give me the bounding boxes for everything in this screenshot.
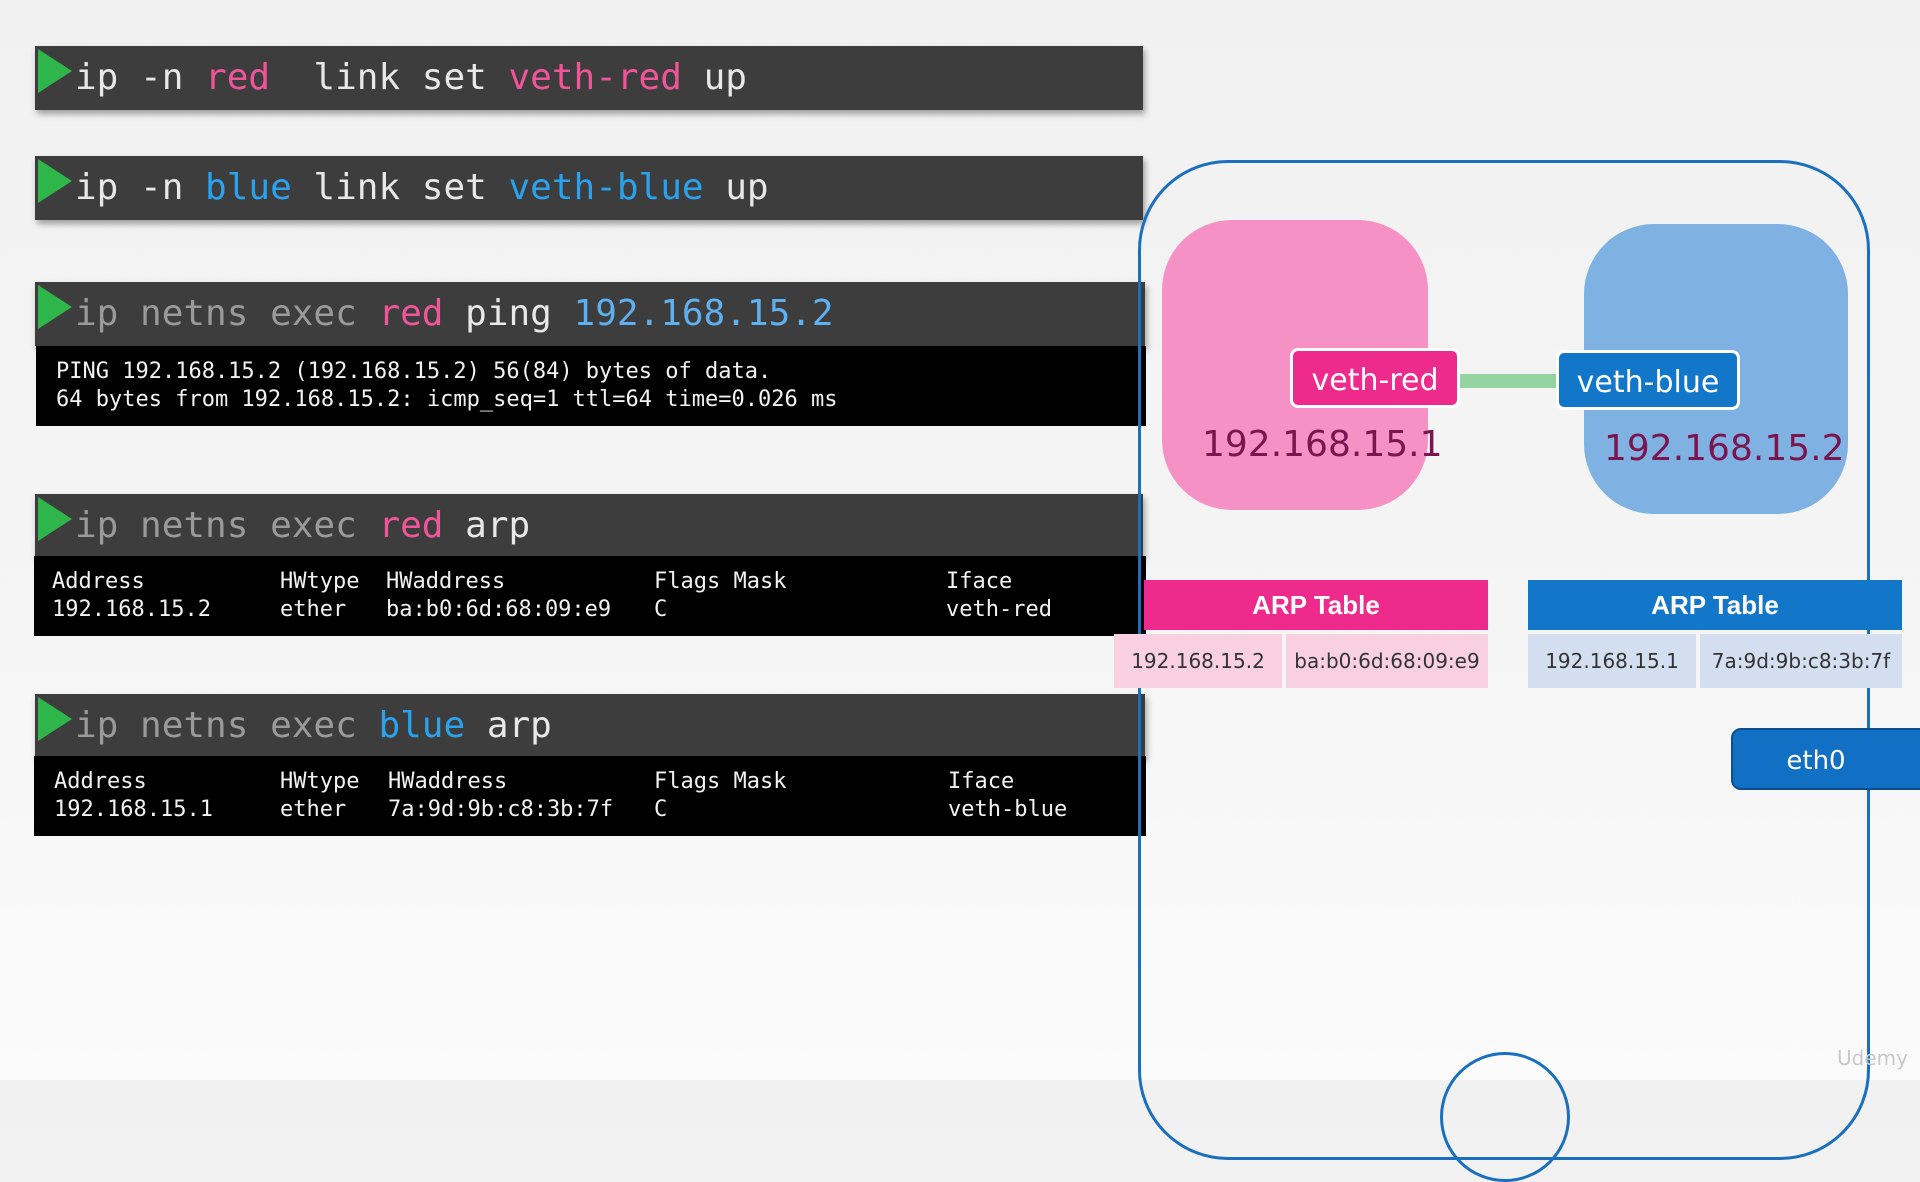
- command-bar-ping: ip netns exec red ping 192.168.15.2: [35, 282, 1145, 346]
- arp-table-red-mac: ba:b0:6d:68:09:e9: [1286, 634, 1488, 688]
- arp-hwaddress: 7a:9d:9b:c8:3b:7f: [388, 797, 614, 822]
- veth-red-interface: veth-red: [1290, 348, 1460, 408]
- arp-iface: veth-blue: [948, 797, 1068, 822]
- arp-hwaddress: ba:b0:6d:68:09:e9: [386, 597, 612, 622]
- arp-table-blue-mac: 7a:9d:9b:c8:3b:7f: [1700, 634, 1902, 688]
- ping-output: PING 192.168.15.2 (192.168.15.2) 56(84) …: [36, 346, 1146, 426]
- arp-iface: veth-red: [946, 597, 1052, 622]
- arp-flags: C: [654, 797, 668, 822]
- arp-hwtype: ether: [280, 797, 347, 822]
- prompt-play-icon: [38, 49, 72, 93]
- command-text: ip netns exec blue arp: [75, 705, 552, 746]
- command-bar-blue-link-up: ip -n blue link set veth-blue up: [35, 156, 1143, 220]
- command-text: ip -n red link set veth-red up: [75, 57, 747, 98]
- prompt-play-icon: [38, 697, 72, 741]
- ping-output-line: PING 192.168.15.2 (192.168.15.2) 56(84) …: [56, 359, 772, 384]
- command-bar-blue-arp: ip netns exec blue arp: [35, 694, 1145, 758]
- command-bar-red-arp: ip netns exec red arp: [35, 494, 1143, 558]
- prompt-play-icon: [38, 497, 72, 541]
- eth0-interface: eth0: [1731, 728, 1920, 790]
- udemy-watermark: Udemy: [1837, 1046, 1908, 1070]
- col-header-address: Address: [52, 569, 145, 594]
- col-header-hwaddress: HWaddress: [386, 569, 506, 594]
- namespace-red-ip: 192.168.15.1: [1202, 424, 1443, 465]
- ping-output-line: 64 bytes from 192.168.15.2: icmp_seq=1 t…: [56, 387, 838, 412]
- arp-table-red-ip: 192.168.15.2: [1114, 634, 1282, 688]
- arp-table-blue-header: ARP Table: [1528, 580, 1902, 630]
- col-header-iface: Iface: [948, 769, 1015, 794]
- arp-flags: C: [654, 597, 668, 622]
- prompt-play-icon: [38, 285, 72, 329]
- arp-output-red: Address HWtype HWaddress Flags Mask Ifac…: [34, 556, 1146, 636]
- command-text: ip netns exec red arp: [75, 505, 531, 546]
- col-header-hwtype: HWtype: [280, 569, 360, 594]
- prompt-play-icon: [38, 159, 72, 203]
- veth-pipe: [1460, 374, 1558, 388]
- command-text: ip -n blue link set veth-blue up: [75, 167, 769, 208]
- col-header-address: Address: [54, 769, 147, 794]
- veth-blue-interface: veth-blue: [1556, 350, 1740, 410]
- col-header-flags-mask: Flags Mask: [654, 569, 787, 594]
- arp-address: 192.168.15.1: [54, 797, 213, 822]
- col-header-flags-mask: Flags Mask: [654, 769, 787, 794]
- namespace-blue-ip: 192.168.15.2: [1604, 428, 1845, 469]
- host-bottom-node: [1440, 1052, 1570, 1182]
- col-header-hwtype: HWtype: [280, 769, 360, 794]
- arp-address: 192.168.15.2: [52, 597, 211, 622]
- arp-output-blue: Address HWtype HWaddress Flags Mask Ifac…: [34, 756, 1146, 836]
- command-text: ip netns exec red ping 192.168.15.2: [75, 293, 834, 334]
- arp-table-red-header: ARP Table: [1144, 580, 1488, 630]
- col-header-iface: Iface: [946, 569, 1013, 594]
- arp-hwtype: ether: [280, 597, 347, 622]
- col-header-hwaddress: HWaddress: [388, 769, 508, 794]
- arp-table-blue-ip: 192.168.15.1: [1528, 634, 1696, 688]
- command-bar-red-link-up: ip -n red link set veth-red up: [35, 46, 1143, 110]
